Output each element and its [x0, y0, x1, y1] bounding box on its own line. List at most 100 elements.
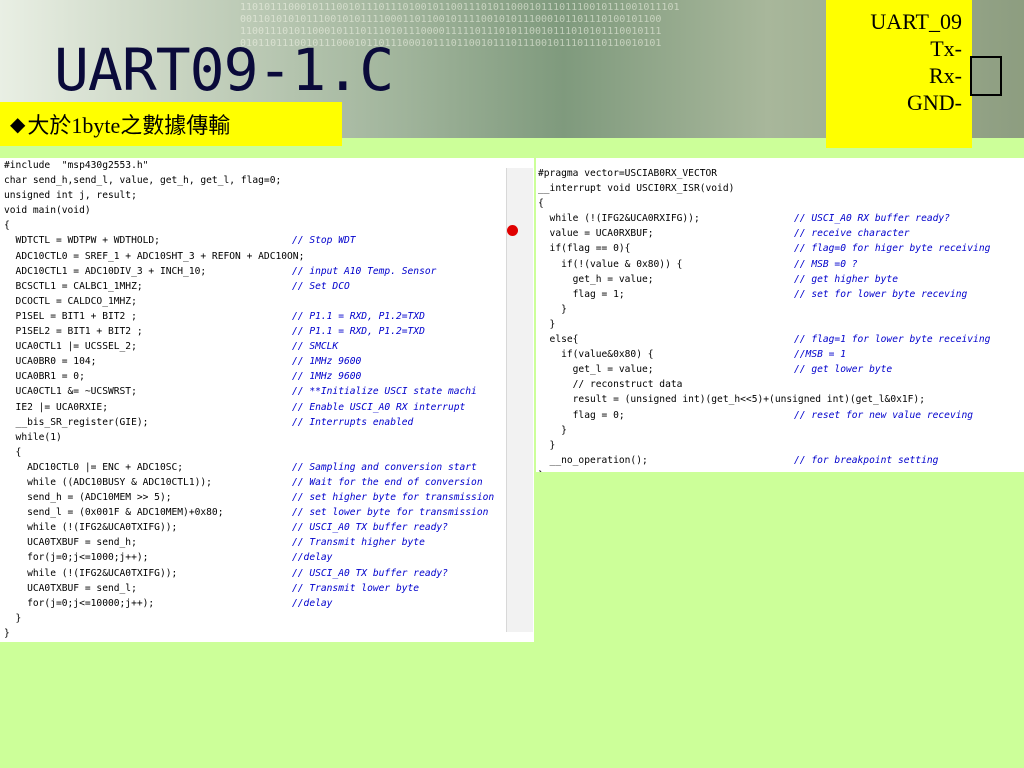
code-line: } — [536, 317, 1024, 332]
code-line: IE2 |= UCA0RXIE; // Enable USCI_A0 RX int… — [0, 400, 534, 415]
code-comment: // 1MHz 9600 — [292, 371, 362, 383]
code-line: for(j=0;j<=10000;j++); //delay — [0, 596, 534, 611]
code-comment: // SMCLK — [292, 341, 339, 353]
code-line: } — [0, 626, 534, 641]
subtitle-box: ◆ 大於1byte之數據傳輸 — [0, 102, 342, 146]
code-text: for(j=0;j<=10000;j++); — [4, 597, 155, 609]
code-text: UCA0TXBUF = send_l; — [4, 582, 137, 594]
code-text: while ((ADC10BUSY & ADC10CTL1)); — [4, 476, 212, 488]
code-line: while(1) — [0, 430, 534, 445]
code-comment: // MSB =0 ? — [794, 258, 858, 270]
code-line: __no_operation(); // for breakpoint setti… — [536, 453, 1024, 468]
code-line: UCA0BR0 = 104; // 1MHz 9600 — [0, 354, 534, 369]
code-line: while (!(IFG2&UCA0TXIFG)); // USCI_A0 TX … — [0, 520, 534, 535]
code-text: } — [4, 612, 22, 624]
code-line: // reconstruct data — [536, 377, 1024, 392]
code-text: DCOCTL = CALDCO_1MHZ; — [4, 295, 137, 307]
main-code-panel: #include "msp430g2553.h" char send_h,send… — [0, 158, 534, 642]
code-text: UCA0CTL1 &= ~UCSWRST; — [4, 386, 137, 398]
code-line: for(j=0;j<=1000;j++); //delay — [0, 550, 534, 565]
code-text: while (!(IFG2&UCA0RXIFG)); — [538, 213, 700, 225]
code-text: UCA0TXBUF = send_h; — [4, 537, 137, 549]
code-line: #include "msp430g2553.h" — [0, 158, 534, 173]
pin-label-box: UART_09 Tx- Rx- GND- — [826, 0, 972, 148]
code-line: while (!(IFG2&UCA0RXIFG)); // USCI_A0 RX … — [536, 211, 1024, 226]
code-text: void main(void) — [4, 205, 91, 217]
code-text: } — [538, 439, 556, 451]
code-comment: // 1MHz 9600 — [292, 356, 362, 368]
code-line: } — [0, 611, 534, 626]
pin-label-tx: Tx- — [930, 36, 962, 61]
code-text: } — [538, 303, 567, 315]
code-comment: // P1.1 = RXD, P1.2=TXD — [292, 326, 425, 338]
code-comment: // Sampling and conversion start — [292, 461, 477, 473]
code-line: UCA0TXBUF = send_l; // Transmit lower byt… — [0, 581, 534, 596]
code-comment: // receive character — [794, 228, 910, 240]
code-line: { — [0, 445, 534, 460]
code-comment: // get higher byte — [794, 273, 898, 285]
code-line: ADC10CTL0 |= ENC + ADC10SC; // Sampling a… — [0, 460, 534, 475]
pin-label-gnd: GND- — [907, 90, 962, 115]
code-line: WDTCTL = WDTPW + WDTHOLD; // Stop WDT — [0, 233, 534, 248]
code-comment: //delay — [292, 552, 333, 564]
code-text: get_h = value; — [538, 273, 654, 285]
code-line: ADC10CTL1 = ADC10DIV_3 + INCH_10; // inpu… — [0, 264, 534, 279]
code-text: } — [538, 424, 567, 436]
code-comment: // Transmit lower byte — [292, 582, 420, 594]
code-line: if(flag == 0){// flag=0 for higer byte r… — [536, 241, 1024, 256]
code-line: send_l = (0x001F & ADC10MEM)+0x80; // set… — [0, 505, 534, 520]
code-comment: // for breakpoint setting — [794, 454, 939, 466]
code-text: unsigned int j, result; — [4, 190, 137, 202]
code-line: unsigned int j, result; — [0, 188, 534, 203]
code-text: while (!(IFG2&UCA0TXIFG)); — [4, 567, 178, 579]
code-text: char send_h,send_l, value, get_h, get_l,… — [4, 175, 282, 187]
code-line: #pragma vector=USCIAB0RX_VECTOR — [536, 166, 1024, 181]
code-comment: // Transmit higher byte — [292, 537, 425, 549]
code-text: // reconstruct data — [538, 379, 683, 391]
code-text: P1SEL = BIT1 + BIT2 ; — [4, 310, 137, 322]
code-line: result = (unsigned int)(get_h<<5)+(unsig… — [536, 392, 1024, 407]
code-text: UCA0BR1 = 0; — [4, 371, 85, 383]
code-text: get_l = value; — [538, 364, 654, 376]
code-comment: // Set DCO — [292, 280, 350, 292]
code-text: { — [4, 446, 22, 458]
code-line: UCA0BR1 = 0; // 1MHz 9600 — [0, 369, 534, 384]
code-line: __interrupt void USCI0RX_ISR(void) — [536, 181, 1024, 196]
binary-decoration: 1101011100010111001011101110100101100111… — [240, 2, 680, 13]
code-text: __bis_SR_register(GIE); — [4, 416, 149, 428]
code-line: } — [536, 423, 1024, 438]
code-text: result = (unsigned int)(get_h<<5)+(unsig… — [538, 394, 925, 406]
code-text: { — [4, 220, 10, 232]
code-line: char send_h,send_l, value, get_h, get_l,… — [0, 173, 534, 188]
code-text: UCA0BR0 = 104; — [4, 356, 97, 368]
code-text: send_h = (ADC10MEM >> 5); — [4, 492, 172, 504]
code-comment: // input A10 Temp. Sensor — [292, 265, 437, 277]
code-line: flag = 1; // set for lower byte receving — [536, 287, 1024, 302]
code-comment: //MSB = 1 — [794, 349, 846, 361]
code-comment: // flag=0 for higer byte receiving — [794, 243, 991, 255]
code-line: DCOCTL = CALDCO_1MHZ; — [0, 294, 534, 309]
code-text: send_l = (0x001F & ADC10MEM)+0x80; — [4, 507, 224, 519]
code-line: BCSCTL1 = CALBC1_1MHZ; // Set DCO — [0, 279, 534, 294]
code-text: if(!(value & 0x80)) { — [538, 258, 683, 270]
breakpoint-dot-icon[interactable] — [507, 225, 518, 236]
code-comment: // **Initialize USCI state machi — [292, 386, 477, 398]
code-line: P1SEL2 = BIT1 + BIT2 ; // P1.1 = RXD, P1.… — [0, 324, 534, 339]
code-text: } — [538, 468, 544, 472]
code-text: ADC10CTL0 |= ENC + ADC10SC; — [4, 461, 184, 473]
code-comment: //delay — [292, 597, 333, 609]
code-text: flag = 1; — [538, 288, 625, 300]
code-line: } — [536, 438, 1024, 453]
code-comment: // Wait for the end of conversion — [292, 476, 483, 488]
code-line: else{// flag=1 for lower byte receiving — [536, 332, 1024, 347]
code-line: P1SEL = BIT1 + BIT2 ; // P1.1 = RXD, P1.2… — [0, 309, 534, 324]
code-line: while ((ADC10BUSY & ADC10CTL1)); // Wait … — [0, 475, 534, 490]
code-text: else{ — [538, 334, 579, 346]
code-comment: // set lower byte for transmission — [292, 507, 489, 519]
code-line: { — [536, 196, 1024, 211]
code-text: __interrupt void USCI0RX_ISR(void) — [538, 183, 735, 195]
code-comment: // USCI_A0 TX buffer ready? — [292, 522, 448, 534]
code-text: if(value&0x80) { — [538, 349, 654, 361]
code-text: while(1) — [4, 431, 62, 443]
code-comment: // reset for new value receving — [794, 409, 974, 421]
